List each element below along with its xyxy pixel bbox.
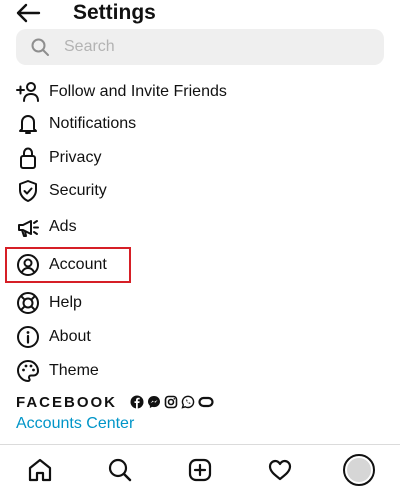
accounts-center-link[interactable]: Accounts Center <box>16 415 134 433</box>
shield-check-icon <box>16 179 40 203</box>
facebook-wordmark: FACEBOOK <box>16 394 118 411</box>
menu-item-about[interactable]: About <box>0 321 400 353</box>
info-icon <box>16 325 40 349</box>
facebook-app-icons <box>130 395 214 409</box>
whatsapp-icon <box>181 395 195 409</box>
instagram-icon <box>164 395 178 409</box>
back-button[interactable] <box>14 1 42 25</box>
nav-home[interactable] <box>26 456 54 484</box>
arrow-left-icon <box>16 3 41 23</box>
facebook-branding: FACEBOOK <box>16 393 276 411</box>
menu-item-label: Notifications <box>49 115 137 132</box>
menu-item-theme[interactable]: Theme <box>0 355 400 387</box>
messenger-icon <box>147 395 161 409</box>
search-bar[interactable] <box>16 29 384 65</box>
menu-item-ads[interactable]: Ads <box>0 211 400 243</box>
menu-item-label: Security <box>49 182 107 199</box>
heart-icon <box>268 459 292 481</box>
page-title: Settings <box>73 1 156 24</box>
menu-item-label: Theme <box>49 362 99 379</box>
palette-icon <box>16 359 40 383</box>
profile-avatar[interactable] <box>343 454 375 486</box>
lifebuoy-icon <box>16 291 40 315</box>
facebook-icon <box>130 395 144 409</box>
portal-icon <box>198 395 214 409</box>
menu-item-help[interactable]: Help <box>0 287 400 319</box>
settings-screen: Settings Follow and Invite Friends Notif… <box>0 0 400 492</box>
bell-icon <box>16 112 40 136</box>
add-person-icon <box>16 80 40 104</box>
avatar-image <box>347 458 371 482</box>
menu-item-label: Ads <box>49 218 77 235</box>
menu-item-follow-invite[interactable]: Follow and Invite Friends <box>0 76 400 108</box>
menu-item-notifications[interactable]: Notifications <box>0 108 400 140</box>
menu-item-label: About <box>49 328 91 345</box>
home-icon <box>28 458 52 482</box>
lock-icon <box>16 146 40 170</box>
menu-item-security[interactable]: Security <box>0 175 400 207</box>
search-icon <box>31 38 49 56</box>
nav-create[interactable] <box>186 456 214 484</box>
create-post-icon <box>188 458 212 482</box>
highlight-box <box>5 247 131 283</box>
menu-item-label: Privacy <box>49 149 102 166</box>
nav-activity[interactable] <box>266 456 294 484</box>
menu-item-privacy[interactable]: Privacy <box>0 142 400 174</box>
menu-item-label: Follow and Invite Friends <box>49 83 227 100</box>
megaphone-icon <box>16 215 40 239</box>
menu-item-label: Help <box>49 294 82 311</box>
nav-search[interactable] <box>106 456 134 484</box>
header: Settings <box>0 0 400 28</box>
search-input[interactable] <box>64 35 364 59</box>
bottom-nav <box>0 444 400 492</box>
search-icon <box>108 458 132 482</box>
